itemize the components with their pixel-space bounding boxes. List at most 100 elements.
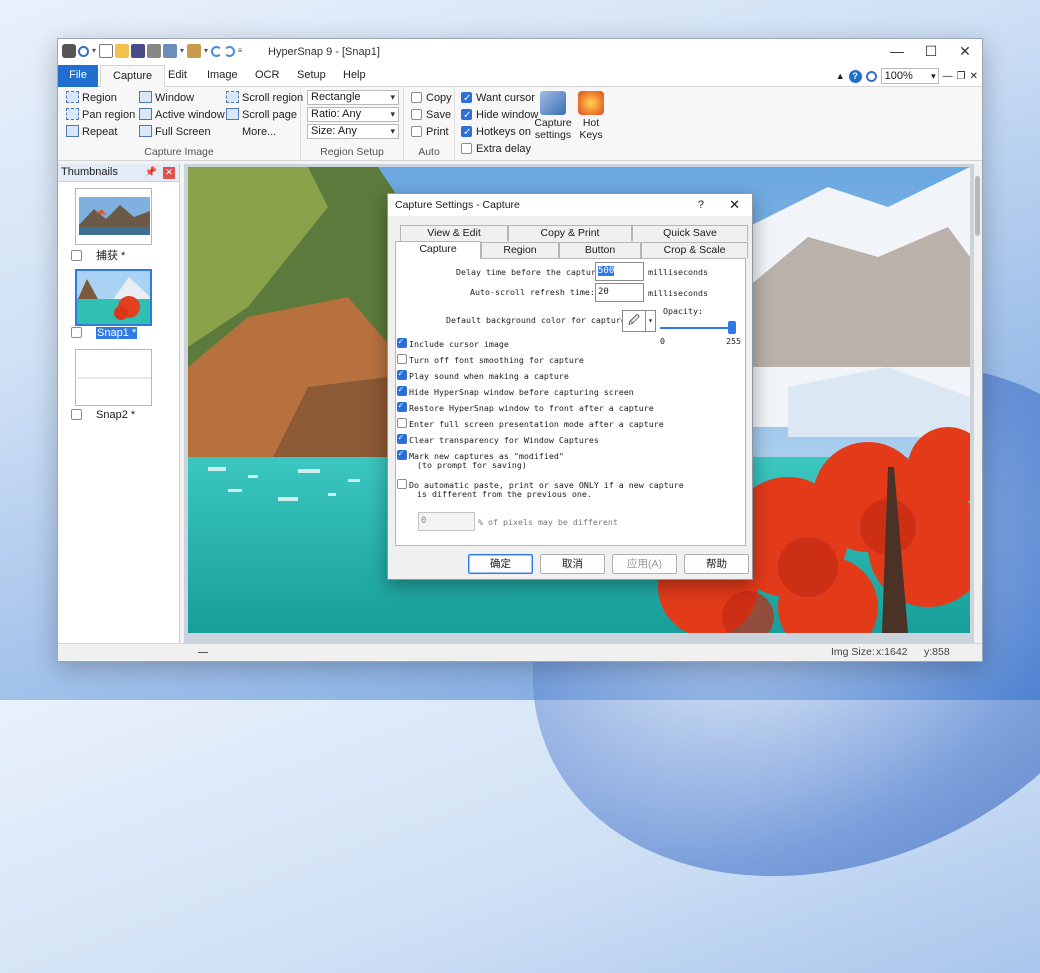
hotkeys-on-checkbox[interactable]: Hotkeys on: [461, 124, 531, 141]
group-auto: Copy Save Print Auto: [404, 87, 455, 161]
font-smoothing-checkbox[interactable]: Turn off font smoothing for capture: [397, 354, 584, 365]
restore-window-checkbox[interactable]: Restore HyperSnap window to front after …: [397, 401, 654, 413]
redo-icon[interactable]: [224, 45, 235, 57]
print-icon[interactable]: [147, 44, 161, 58]
checkbox-checked-icon: [461, 90, 472, 107]
checkbox-icon: [411, 109, 422, 120]
tab-region[interactable]: Region: [481, 242, 559, 258]
mdi-restore-icon[interactable]: ❐: [957, 71, 966, 82]
hot-keys-button[interactable]: Hot Keys: [575, 91, 607, 141]
auto-paste-note: is different from the previous one.: [417, 489, 592, 499]
clear-transparency-checkbox[interactable]: Clear transparency for Window Captures: [397, 433, 599, 445]
close-panel-icon[interactable]: ✕: [163, 167, 175, 179]
pin-icon[interactable]: 📌: [145, 164, 157, 181]
active-window-button[interactable]: Active window: [139, 107, 225, 124]
thumbnail-label[interactable]: Snap1 *: [71, 327, 138, 339]
cancel-button[interactable]: 取消: [540, 554, 605, 574]
region-button[interactable]: Region: [66, 90, 117, 107]
repeat-button[interactable]: Repeat: [66, 124, 117, 141]
tab-quick-save[interactable]: Quick Save: [632, 225, 748, 241]
opacity-slider-thumb[interactable]: [728, 321, 736, 334]
want-cursor-checkbox[interactable]: Want cursor: [461, 90, 535, 107]
magnifier-icon[interactable]: [78, 45, 89, 57]
background-color-dropdown[interactable]: ▾: [646, 310, 656, 332]
background-color-button[interactable]: 🖉: [622, 310, 646, 332]
maximize-button[interactable]: ☐: [914, 39, 948, 65]
delay-input[interactable]: 500: [595, 262, 644, 281]
extra-delay-label: Extra delay: [476, 143, 532, 155]
mdi-minimize-icon[interactable]: —: [943, 71, 953, 82]
tab-copy-print[interactable]: Copy & Print: [508, 225, 632, 241]
include-cursor-checkbox[interactable]: Include cursor image: [397, 337, 509, 349]
thumbnail-label[interactable]: Snap2 *: [71, 409, 135, 421]
menu-bar: File Capture Edit Image OCR Setup Help ▲…: [58, 65, 982, 88]
scroll-refresh-input[interactable]: 20: [595, 283, 644, 302]
size-select[interactable]: Size: Any: [307, 124, 399, 139]
tab-crop-scale[interactable]: Crop & Scale: [641, 242, 748, 258]
more-button[interactable]: More...: [242, 124, 276, 141]
save-icon[interactable]: [131, 44, 145, 58]
play-sound-checkbox[interactable]: Play sound when making a capture: [397, 369, 569, 381]
thumbnail-image[interactable]: [75, 349, 152, 406]
scroll-page-icon: [226, 108, 239, 120]
status-divider: [198, 652, 208, 653]
clipboard-icon[interactable]: [187, 44, 201, 58]
checkbox-checked-icon: [397, 433, 407, 444]
pixel-difference-input[interactable]: 0: [418, 512, 475, 531]
full-screen-mode-checkbox[interactable]: Enter full screen presentation mode afte…: [397, 418, 664, 429]
thumbnail-label[interactable]: 捕获 *: [71, 247, 125, 263]
shape-select[interactable]: Rectangle: [307, 90, 399, 105]
dropdown-arrow-icon[interactable]: ▾: [203, 44, 209, 58]
opacity-slider-track[interactable]: [660, 327, 736, 329]
tab-view-edit[interactable]: View & Edit: [400, 225, 508, 241]
minimize-button[interactable]: —: [880, 39, 914, 65]
tab-help[interactable]: Help: [331, 65, 378, 87]
scanner-icon[interactable]: [163, 44, 177, 58]
mdi-close-icon[interactable]: ✕: [970, 71, 978, 82]
auto-print-checkbox[interactable]: Print: [411, 124, 449, 141]
extra-delay-checkbox[interactable]: Extra delay: [461, 141, 531, 158]
dropdown-arrow-icon[interactable]: ▾: [179, 44, 185, 58]
window-title: HyperSnap 9 - [Snap1]: [268, 46, 380, 58]
auto-copy-checkbox[interactable]: Copy: [411, 90, 452, 107]
hide-window-checkbox[interactable]: Hide window: [461, 107, 538, 124]
tab-capture-settings[interactable]: Capture: [395, 241, 481, 259]
customize-toolbar-icon[interactable]: ≡: [237, 44, 243, 58]
dialog-close-button[interactable]: ✕: [729, 194, 740, 216]
new-document-icon[interactable]: [99, 44, 113, 58]
eyedropper-icon: 🖉: [628, 314, 640, 327]
ribbon-collapse-icon[interactable]: ▲: [836, 71, 845, 81]
dropdown-arrow-icon[interactable]: ▾: [91, 44, 97, 58]
close-button[interactable]: ✕: [948, 39, 982, 65]
thumbnail-image[interactable]: [75, 188, 152, 245]
thumbnail-image[interactable]: [75, 269, 152, 326]
zoom-select[interactable]: 100%: [880, 68, 939, 84]
scroll-page-button[interactable]: Scroll page: [226, 107, 297, 124]
tab-file[interactable]: File: [58, 65, 98, 87]
scrollbar-thumb[interactable]: [975, 176, 980, 236]
help-icon[interactable]: ?: [848, 69, 862, 83]
checkbox-icon: [397, 354, 407, 364]
capture-settings-button[interactable]: Capture settings: [533, 91, 573, 141]
auto-save-checkbox[interactable]: Save: [411, 107, 451, 124]
scroll-region-button[interactable]: Scroll region: [226, 90, 303, 107]
vertical-scrollbar[interactable]: [974, 164, 982, 644]
tab-button[interactable]: Button: [559, 242, 641, 258]
full-screen-button[interactable]: Full Screen: [139, 124, 211, 141]
dialog-help-button[interactable]: ?: [698, 194, 704, 216]
full-screen-label: Full Screen: [155, 126, 211, 138]
ratio-select[interactable]: Ratio: Any: [307, 107, 399, 122]
open-folder-icon[interactable]: [115, 44, 129, 58]
pan-region-button[interactable]: Pan region: [66, 107, 135, 124]
hide-window-checkbox[interactable]: Hide HyperSnap window before capturing s…: [397, 385, 634, 397]
window-button[interactable]: Window: [139, 90, 194, 107]
tab-image[interactable]: Image: [195, 65, 250, 87]
zoom-icon[interactable]: [865, 70, 877, 82]
tab-edit[interactable]: Edit: [156, 65, 199, 87]
ok-button[interactable]: 确定: [468, 554, 533, 574]
help-button[interactable]: 帮助: [684, 554, 749, 574]
cursor-x: x:1642: [876, 646, 908, 658]
apply-button[interactable]: 应用(A): [612, 554, 677, 574]
undo-icon[interactable]: [211, 45, 222, 57]
tab-setup[interactable]: Setup: [285, 65, 338, 87]
